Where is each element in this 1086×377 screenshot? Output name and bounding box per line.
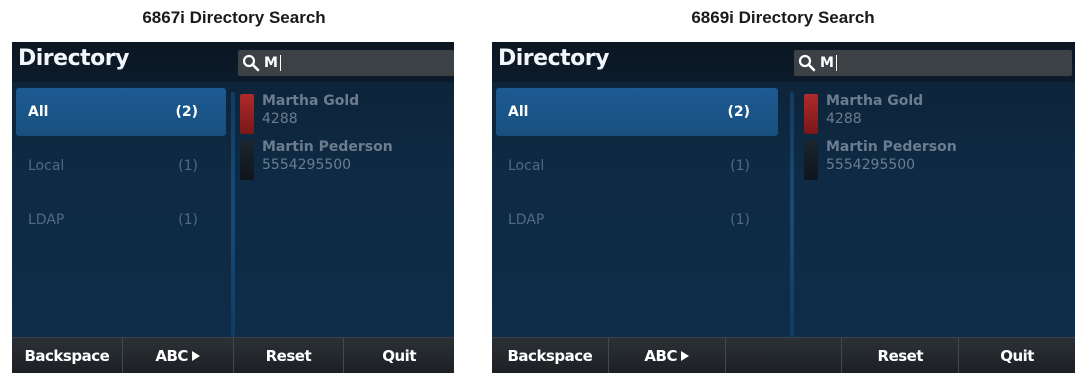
softkey-label: ABC <box>644 346 677 365</box>
category-item-local[interactable]: Local (1) <box>16 142 226 190</box>
reset-softkey[interactable]: Reset <box>234 338 345 373</box>
arrow-right-icon <box>191 350 200 361</box>
category-label: All <box>28 104 49 120</box>
backspace-softkey[interactable]: Backspace <box>12 338 123 373</box>
softkey-label: ABC <box>155 346 188 365</box>
directory-header: Directory M <box>12 42 454 82</box>
softkey-label: Backspace <box>24 346 110 365</box>
search-input[interactable]: M <box>794 50 1072 76</box>
contact-item[interactable]: Martin Pederson 5554295500 <box>240 138 393 184</box>
category-item-ldap[interactable]: LDAP (1) <box>16 196 226 244</box>
category-item-local[interactable]: Local (1) <box>496 142 778 190</box>
category-item-all[interactable]: All (2) <box>16 88 226 136</box>
backspace-softkey[interactable]: Backspace <box>492 338 609 373</box>
scrollbar[interactable] <box>790 92 794 337</box>
contact-name: Martin Pederson <box>826 139 957 155</box>
contact-item[interactable]: Martha Gold 4288 <box>240 92 393 138</box>
presence-indicator <box>240 140 254 180</box>
softkey-label: Backspace <box>507 346 593 365</box>
category-item-ldap[interactable]: LDAP (1) <box>496 196 778 244</box>
text-cursor <box>279 55 281 71</box>
category-label: Local <box>508 158 545 174</box>
category-count: (1) <box>178 158 198 174</box>
category-label: All <box>508 104 529 120</box>
category-count: (2) <box>727 104 750 120</box>
caption-6867i: 6867i Directory Search <box>142 8 326 27</box>
category-list: All (2) Local (1) LDAP (1) <box>492 82 782 244</box>
category-label: LDAP <box>508 212 545 228</box>
contact-number: 4288 <box>262 111 298 127</box>
caption-6869i: 6869i Directory Search <box>691 8 875 27</box>
page-title: Directory <box>18 46 129 71</box>
softkey-bar: Backspace ABC Reset Quit <box>492 337 1075 373</box>
category-list: All (2) Local (1) LDAP (1) <box>12 82 230 244</box>
contact-name: Martha Gold <box>826 93 924 109</box>
presence-indicator <box>804 94 818 134</box>
category-item-all[interactable]: All (2) <box>496 88 778 136</box>
contact-number: 5554295500 <box>826 157 916 173</box>
contact-list: Martha Gold 4288 Martin Pederson 5554295… <box>804 92 957 184</box>
search-value: M <box>264 55 278 71</box>
category-label: LDAP <box>28 212 65 228</box>
phone-screen-6869i: Directory M All (2) Local (1) LDAP (1) M… <box>492 42 1075 373</box>
contact-number: 4288 <box>826 111 862 127</box>
contact-list: Martha Gold 4288 Martin Pederson 5554295… <box>240 92 393 184</box>
quit-softkey[interactable]: Quit <box>959 338 1075 373</box>
contact-name: Martha Gold <box>262 93 360 109</box>
softkey-label: Reset <box>265 346 312 365</box>
arrow-right-icon <box>680 350 689 361</box>
reset-softkey[interactable]: Reset <box>842 338 960 373</box>
contact-item[interactable]: Martin Pederson 5554295500 <box>804 138 957 184</box>
abc-softkey[interactable]: ABC <box>123 338 234 373</box>
search-value: M <box>820 55 834 71</box>
contact-name: Martin Pederson <box>262 139 393 155</box>
softkey-bar: Backspace ABC Reset Quit <box>12 337 454 373</box>
empty-softkey[interactable] <box>726 338 843 373</box>
category-count: (2) <box>175 104 198 120</box>
contact-item[interactable]: Martha Gold 4288 <box>804 92 957 138</box>
presence-indicator <box>804 140 818 180</box>
abc-softkey[interactable]: ABC <box>609 338 726 373</box>
softkey-label: Quit <box>1000 346 1034 365</box>
search-input[interactable]: M <box>238 50 454 76</box>
directory-header: Directory M <box>492 42 1075 82</box>
search-icon <box>798 54 816 72</box>
category-count: (1) <box>730 212 750 228</box>
category-count: (1) <box>178 212 198 228</box>
scrollbar[interactable] <box>231 92 235 337</box>
phone-screen-6867i: Directory M All (2) Local (1) LDAP (1) M… <box>12 42 454 373</box>
text-cursor <box>835 55 837 71</box>
quit-softkey[interactable]: Quit <box>344 338 454 373</box>
softkey-label: Quit <box>382 346 416 365</box>
category-count: (1) <box>730 158 750 174</box>
category-label: Local <box>28 158 65 174</box>
page-title: Directory <box>498 46 609 71</box>
contact-number: 5554295500 <box>262 157 352 173</box>
presence-indicator <box>240 94 254 134</box>
search-icon <box>242 54 260 72</box>
softkey-label: Reset <box>877 346 924 365</box>
